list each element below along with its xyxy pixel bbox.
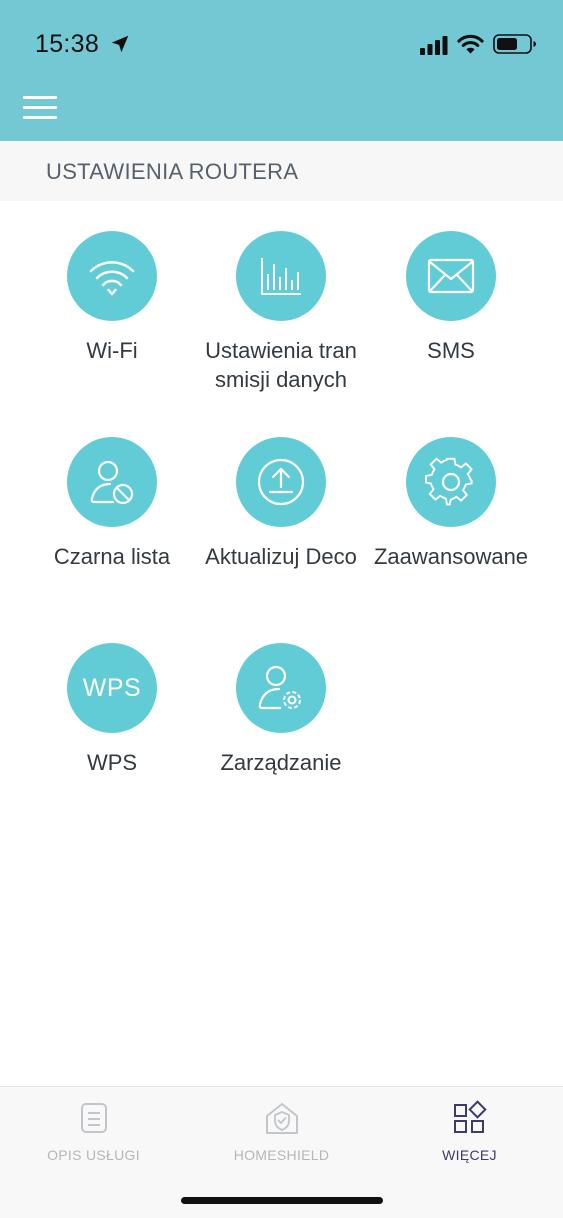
home-shield-icon [266, 1103, 298, 1134]
envelope-icon [406, 231, 496, 321]
bar-chart-icon [236, 231, 326, 321]
tile-label: Ustawienia transmisji danych [205, 338, 357, 392]
tile-wps[interactable]: WPS WPS [27, 643, 197, 778]
wps-icon: WPS [67, 643, 157, 733]
tile-label: SMS [427, 338, 475, 363]
tile-update-deco[interactable]: Aktualizuj Deco [196, 437, 366, 572]
section-header: USTAWIENIA ROUTERA [0, 141, 563, 201]
home-indicator [181, 1197, 383, 1204]
tile-label: Zarządzanie [220, 750, 342, 775]
tab-label: WIĘCEJ [442, 1147, 497, 1163]
tile-label: Czarna lista [53, 544, 171, 569]
tile-label: Zaawansowane [373, 544, 529, 569]
top-bar: 15:38 [0, 0, 563, 141]
tab-label: OPIS USŁUGI [47, 1147, 140, 1163]
document-icon [81, 1103, 107, 1133]
tile-wifi[interactable]: Wi-Fi [27, 231, 197, 366]
tab-service-description[interactable]: OPIS USŁUGI [0, 1087, 187, 1177]
tab-label: HOMESHIELD [233, 1147, 330, 1163]
tile-label: Aktualizuj Deco [205, 544, 357, 569]
tile-sms[interactable]: SMS [366, 231, 536, 366]
tile-advanced[interactable]: Zaawansowane [366, 437, 536, 572]
wps-icon-text: WPS [82, 673, 142, 702]
tile-management[interactable]: Zarządzanie [196, 643, 366, 778]
gear-icon [406, 437, 496, 527]
tab-homeshield[interactable]: HOMESHIELD [188, 1087, 375, 1177]
status-time: 15:38 [35, 30, 100, 58]
tile-blacklist[interactable]: Czarna lista [27, 437, 197, 572]
cellular-signal-icon [420, 36, 448, 55]
tile-data-transfer-settings[interactable]: Ustawienia transmisji danych [196, 231, 366, 394]
wifi-icon [457, 34, 484, 54]
tab-more[interactable]: WIĘCEJ [376, 1087, 563, 1177]
location-arrow-icon [111, 35, 129, 53]
wifi-icon [67, 231, 157, 321]
section-title: USTAWIENIA ROUTERA [46, 159, 299, 184]
grid-icon [454, 1100, 487, 1133]
hamburger-menu-icon[interactable] [23, 96, 57, 120]
tile-label: WPS [86, 750, 138, 775]
user-settings-icon [236, 643, 326, 733]
battery-icon [493, 34, 536, 54]
user-blocked-icon [67, 437, 157, 527]
tile-label: Wi-Fi [86, 338, 138, 363]
upload-icon [236, 437, 326, 527]
